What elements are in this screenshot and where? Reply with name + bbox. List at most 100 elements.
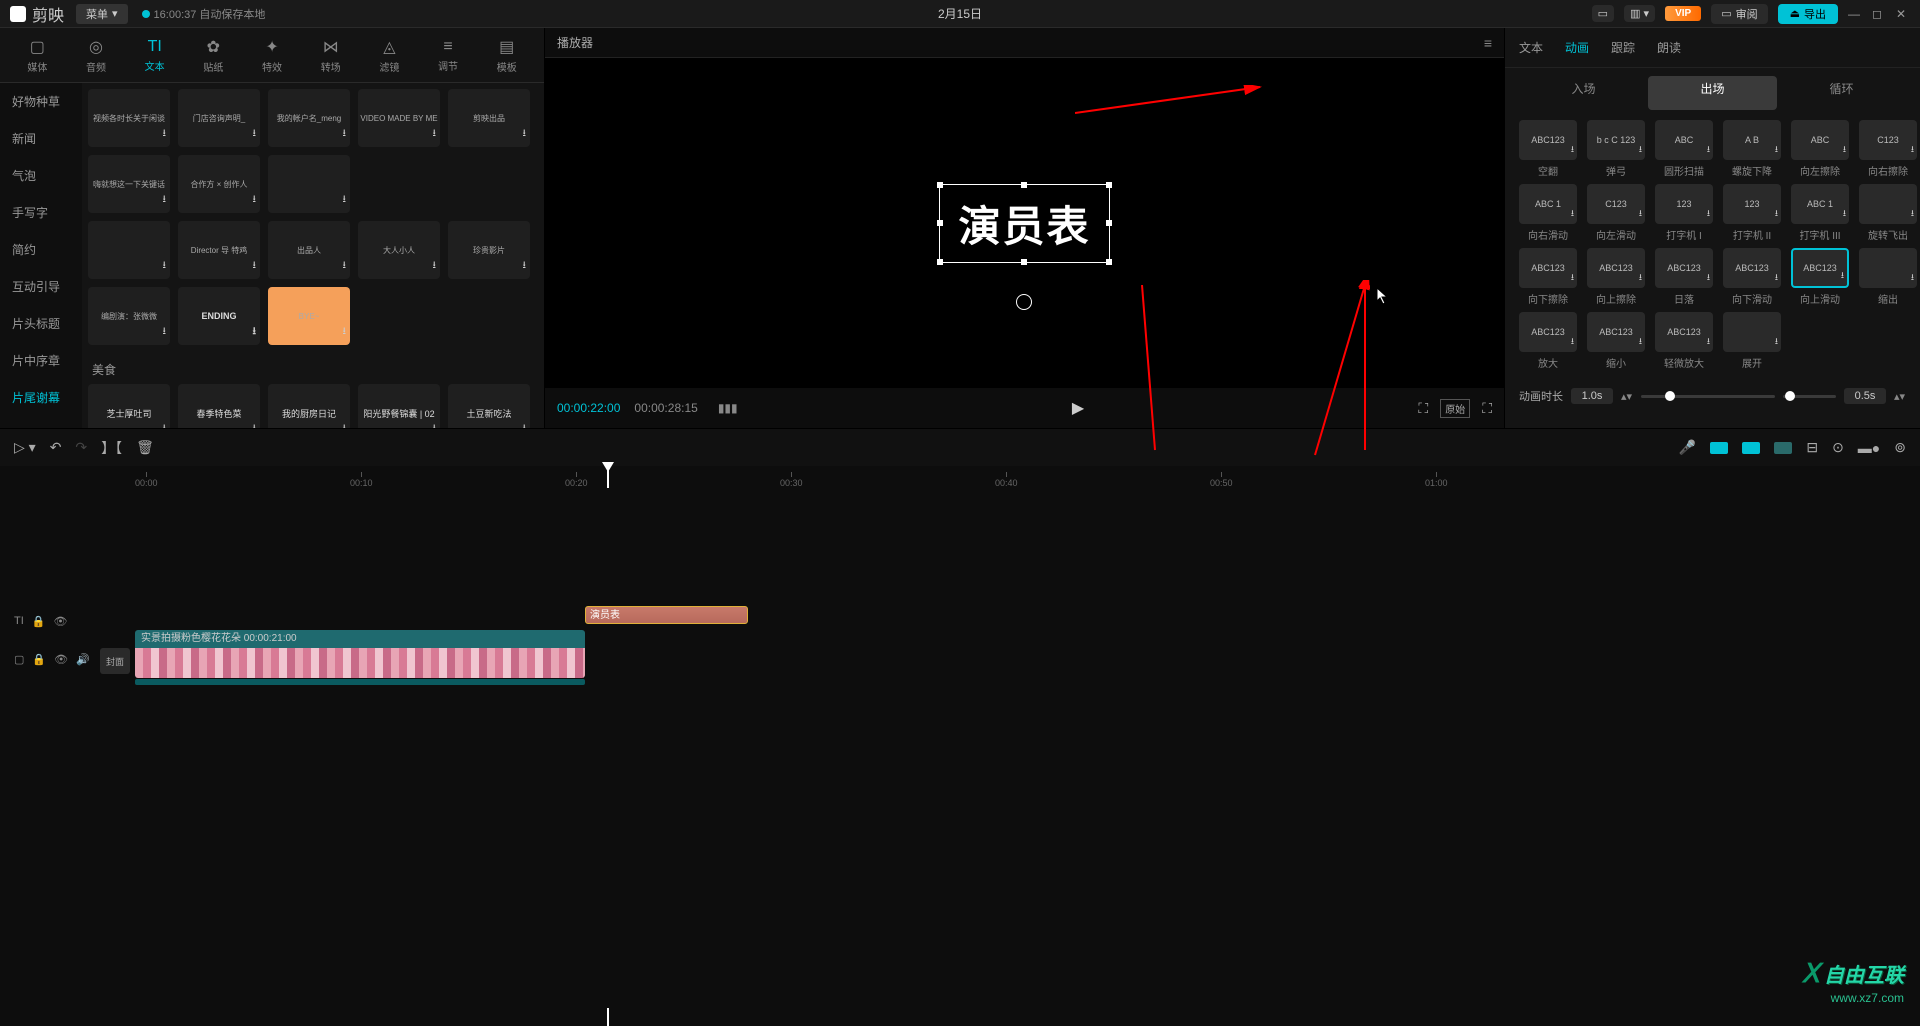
- download-icon[interactable]: ⭳: [1639, 142, 1642, 158]
- download-icon[interactable]: ⭳: [523, 421, 527, 428]
- resize-handle-ml[interactable]: [937, 220, 943, 226]
- tool-tab-文本[interactable]: TI文本: [125, 38, 184, 73]
- undo-button[interactable]: ↶: [50, 439, 62, 456]
- selected-text-element[interactable]: 演员表: [939, 184, 1109, 263]
- download-icon[interactable]: ⭳: [433, 258, 437, 275]
- animation-item-向右擦除[interactable]: C123⭳向右擦除: [1859, 120, 1917, 178]
- link-icon[interactable]: ▬●: [1858, 440, 1880, 456]
- timeline-area[interactable]: TI 🔒 👁 ▢ 🔒 👁 🔊 封面 演员表 实景拍摄粉色樱花花朵 00:00:2…: [0, 488, 1920, 1008]
- tool-tab-媒体[interactable]: ▢媒体: [8, 37, 67, 74]
- download-icon[interactable]: ⭳: [253, 258, 257, 275]
- project-title[interactable]: 2月15日: [938, 5, 982, 22]
- fullscreen-icon[interactable]: ⛶: [1482, 400, 1492, 417]
- close-button[interactable]: ✕: [1896, 7, 1910, 21]
- sidebar-item-片头标题[interactable]: 片头标题: [0, 305, 82, 342]
- download-icon[interactable]: ⭳: [343, 421, 347, 428]
- text-template[interactable]: Director 导 特鸡⭳: [178, 221, 260, 279]
- text-template[interactable]: 剪映出品⭳: [448, 89, 530, 147]
- download-icon[interactable]: ⭳: [343, 192, 347, 209]
- inspector-tab-朗读[interactable]: 朗读: [1657, 39, 1681, 56]
- download-icon[interactable]: ⭳: [253, 324, 257, 341]
- download-icon[interactable]: ⭳: [343, 324, 347, 341]
- download-icon[interactable]: ⭳: [253, 421, 257, 428]
- text-template[interactable]: ⭳: [268, 155, 350, 213]
- download-icon[interactable]: ⭳: [1571, 206, 1574, 222]
- rotate-handle[interactable]: [1016, 294, 1032, 310]
- download-icon[interactable]: ⭳: [163, 324, 167, 341]
- magnet-icon[interactable]: ⊙: [1832, 439, 1844, 456]
- track-mode-1[interactable]: [1710, 442, 1728, 454]
- animation-item-展开[interactable]: ⭳展开: [1723, 312, 1781, 370]
- download-icon[interactable]: ⭳: [1911, 142, 1914, 158]
- sidebar-item-简约[interactable]: 简约: [0, 231, 82, 268]
- duration-input-2[interactable]: [1844, 388, 1886, 404]
- download-icon[interactable]: ⭳: [523, 258, 527, 275]
- download-icon[interactable]: ⭳: [1841, 268, 1844, 284]
- delete-button[interactable]: 🗑: [136, 439, 154, 456]
- eye-icon[interactable]: 👁: [54, 653, 68, 666]
- layout-button-1[interactable]: ▭: [1592, 5, 1614, 22]
- tool-tab-音频[interactable]: ◎音频: [67, 37, 126, 74]
- lock-icon[interactable]: 🔒: [32, 615, 46, 628]
- download-icon[interactable]: ⭳: [1843, 142, 1846, 158]
- align-icon[interactable]: ⊟: [1806, 439, 1818, 456]
- mic-icon[interactable]: 🎤: [1679, 439, 1696, 456]
- download-icon[interactable]: ⭳: [1911, 270, 1914, 286]
- animation-item-向上擦除[interactable]: ABC123⭳向上擦除: [1587, 248, 1645, 306]
- download-icon[interactable]: ⭳: [1775, 206, 1778, 222]
- download-icon[interactable]: ⭳: [1707, 206, 1710, 222]
- text-template[interactable]: 嗨就想这一下关键话⭳: [88, 155, 170, 213]
- text-template[interactable]: ⭳: [88, 221, 170, 279]
- zoom-fit-icon[interactable]: ⊚: [1894, 439, 1906, 456]
- tool-tab-模板[interactable]: ▤模板: [477, 37, 536, 74]
- duration-slider-2[interactable]: [1783, 395, 1836, 398]
- text-clip[interactable]: 演员表: [585, 606, 748, 624]
- split-button[interactable]: 】【: [101, 438, 122, 458]
- text-template[interactable]: VIDEO MADE BY ME⭳: [358, 89, 440, 147]
- text-template[interactable]: 我的帐户名_meng⭳: [268, 89, 350, 147]
- tool-tab-调节[interactable]: ≡调节: [419, 38, 478, 73]
- resize-handle-tm[interactable]: [1021, 182, 1027, 188]
- video-clip[interactable]: 实景拍摄粉色樱花花朵 00:00:21:00: [135, 630, 585, 685]
- animation-item-向下滑动[interactable]: ABC123⭳向下滑动: [1723, 248, 1781, 306]
- inspector-tab-文本[interactable]: 文本: [1519, 39, 1543, 56]
- text-template[interactable]: 门店咨询声明_⭳: [178, 89, 260, 147]
- resize-handle-bl[interactable]: [937, 259, 943, 265]
- sidebar-item-好物种草[interactable]: 好物种草: [0, 83, 82, 120]
- download-icon[interactable]: ⭳: [1639, 270, 1642, 286]
- text-template[interactable]: 视频各时长关于闲谈⭳: [88, 89, 170, 147]
- download-icon[interactable]: ⭳: [253, 192, 257, 209]
- stepper-2[interactable]: ▴▾: [1894, 390, 1906, 403]
- animation-item-旋转飞出[interactable]: ⭳旋转飞出: [1859, 184, 1917, 242]
- download-icon[interactable]: ⭳: [523, 126, 527, 143]
- download-icon[interactable]: ⭳: [343, 258, 347, 275]
- resize-handle-tl[interactable]: [937, 182, 943, 188]
- cover-button[interactable]: 封面: [100, 648, 130, 674]
- crop-icon[interactable]: ⛶: [1418, 400, 1428, 417]
- resize-handle-mr[interactable]: [1106, 220, 1112, 226]
- ratio-button[interactable]: 原始: [1440, 399, 1470, 418]
- animation-item-向右滑动[interactable]: ABC 1⭳向右滑动: [1519, 184, 1577, 242]
- timecode-toggle[interactable]: ▮▮▮: [718, 401, 738, 415]
- text-template[interactable]: 春季特色菜⭳: [178, 384, 260, 428]
- resize-handle-tr[interactable]: [1106, 182, 1112, 188]
- text-track-icon[interactable]: TI: [14, 615, 24, 627]
- inspector-tab-动画[interactable]: 动画: [1565, 39, 1589, 56]
- animation-item-缩出[interactable]: ⭳缩出: [1859, 248, 1917, 306]
- download-icon[interactable]: ⭳: [1843, 206, 1846, 222]
- selection-tool[interactable]: ▷ ▾: [14, 439, 36, 456]
- text-template[interactable]: 土豆新吃法⭳: [448, 384, 530, 428]
- stepper-1[interactable]: ▴▾: [1621, 390, 1633, 403]
- animation-item-打字机 II[interactable]: 123⭳打字机 II: [1723, 184, 1781, 242]
- redo-button[interactable]: ↷: [75, 439, 87, 456]
- sidebar-item-片尾谢幕[interactable]: 片尾谢幕: [0, 379, 82, 416]
- tool-tab-转场[interactable]: ⋈转场: [301, 37, 360, 74]
- sidebar-item-手写字[interactable]: 手写字: [0, 194, 82, 231]
- text-template[interactable]: ENDING⭳: [178, 287, 260, 345]
- sidebar-item-气泡[interactable]: 气泡: [0, 157, 82, 194]
- download-icon[interactable]: ⭳: [1639, 206, 1642, 222]
- download-icon[interactable]: ⭳: [1775, 270, 1778, 286]
- animation-item-向左擦除[interactable]: ABC⭳向左擦除: [1791, 120, 1849, 178]
- mute-icon[interactable]: 🔊: [76, 653, 90, 666]
- sidebar-item-新闻[interactable]: 新闻: [0, 120, 82, 157]
